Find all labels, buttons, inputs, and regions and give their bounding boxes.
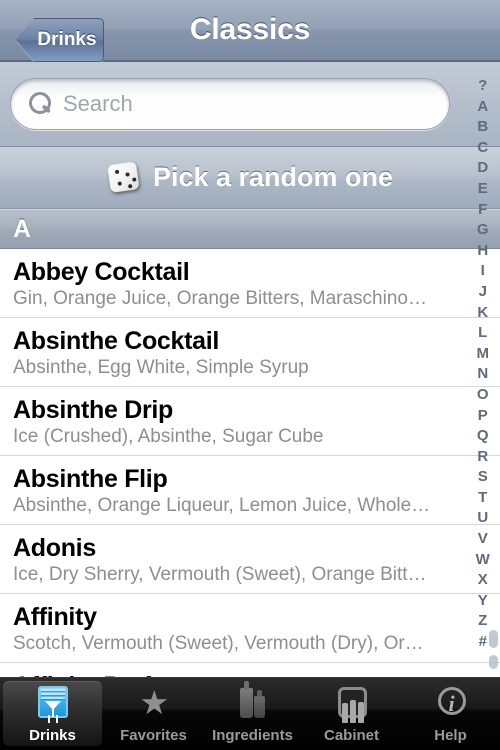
info-icon: i	[430, 684, 472, 724]
section-header-label: A	[13, 214, 32, 243]
index-letter[interactable]: H	[466, 241, 500, 262]
index-letter[interactable]: S	[466, 467, 500, 488]
index-letter[interactable]: X	[466, 570, 500, 591]
index-letter[interactable]: Q	[466, 426, 500, 447]
list-item-subtitle: Scotch, Vermouth (Sweet), Vermouth (Dry)…	[13, 633, 433, 654]
search-icon	[27, 91, 53, 117]
back-button[interactable]: Drinks	[8, 9, 104, 62]
tab-bar: Drinks ★ Favorites Ingredients Cabinet i Help	[0, 677, 500, 750]
list-item[interactable]: Absinthe Cocktail Absinthe, Egg White, Si…	[0, 318, 500, 387]
index-letter[interactable]: W	[466, 550, 500, 571]
index-letter[interactable]: ?	[466, 76, 500, 97]
list-item-title: Affinity	[13, 603, 97, 631]
tab-ingredients[interactable]: Ingredients	[203, 678, 302, 750]
list-item[interactable]: Absinthe Drip Ice (Crushed), Absinthe, Su…	[0, 387, 500, 456]
list-item[interactable]: Adonis Ice, Dry Sherry, Vermouth (Sweet),…	[0, 525, 500, 594]
alphabet-index[interactable]: ? A B C D E F G H I J K L M N O P Q R S T U V W X Y Z #	[466, 72, 500, 677]
tab-cabinet[interactable]: Cabinet	[302, 678, 401, 750]
index-letter[interactable]: V	[466, 529, 500, 550]
scroll-indicator-secondary[interactable]	[489, 655, 498, 669]
index-letter[interactable]: E	[466, 179, 500, 200]
star-icon: ★	[139, 684, 170, 721]
index-letter[interactable]: D	[466, 158, 500, 179]
index-letter[interactable]: Z	[466, 611, 500, 632]
tab-label: Help	[434, 727, 467, 744]
tab-drinks[interactable]: Drinks	[3, 681, 102, 746]
pick-random-button[interactable]: Pick a random one	[0, 147, 500, 209]
list-item-title: Adonis	[13, 534, 96, 562]
tab-help[interactable]: i Help	[401, 678, 500, 750]
list-item-title: Absinthe Cocktail	[13, 327, 220, 355]
list-item[interactable]: Affinity Scotch, Vermouth (Sweet), Vermou…	[0, 594, 500, 663]
drinks-glass-icon	[32, 684, 74, 724]
navigation-bar: Classics Drinks	[0, 0, 500, 62]
tab-favorites[interactable]: ★ Favorites	[104, 678, 203, 750]
list-item[interactable]: Absinthe Flip Absinthe, Orange Liqueur, L…	[0, 456, 500, 525]
index-letter[interactable]: I	[466, 261, 500, 282]
index-letter[interactable]: C	[466, 138, 500, 159]
index-letter[interactable]: J	[466, 282, 500, 303]
bottles-icon	[232, 681, 274, 724]
list-item-subtitle: Absinthe, Orange Liqueur, Lemon Juice, W…	[13, 495, 431, 516]
tab-label: Cabinet	[323, 727, 379, 744]
tab-label: Drinks	[29, 727, 76, 744]
drink-list[interactable]: Abbey Cocktail Gin, Orange Juice, Orange …	[0, 249, 500, 677]
index-letter[interactable]: F	[466, 200, 500, 221]
search-bar-container: Search	[0, 62, 500, 147]
list-item-subtitle: Ice, Dry Sherry, Vermouth (Sweet), Orang…	[13, 564, 433, 585]
list-item-subtitle: Ice (Crushed), Absinthe, Sugar Cube	[13, 426, 324, 447]
index-letter[interactable]: K	[466, 303, 500, 324]
list-item[interactable]: Abbey Cocktail Gin, Orange Juice, Orange …	[0, 249, 500, 318]
index-letter[interactable]: R	[466, 447, 500, 468]
index-letter[interactable]: N	[466, 364, 500, 385]
index-letter[interactable]: B	[466, 117, 500, 138]
index-letter[interactable]: T	[466, 488, 500, 509]
back-button-label[interactable]: Drinks	[16, 18, 104, 62]
scroll-indicator[interactable]	[489, 630, 498, 648]
app-screen: Classics Drinks Search Pick a random one…	[0, 0, 500, 750]
index-letter[interactable]: L	[466, 323, 500, 344]
tab-label: Ingredients	[212, 727, 293, 744]
index-letter[interactable]: U	[466, 508, 500, 529]
pick-random-label: Pick a random one	[152, 162, 394, 192]
index-letter[interactable]: Y	[466, 591, 500, 612]
cabinet-icon	[331, 684, 373, 724]
list-item-title: Absinthe Flip	[13, 465, 168, 493]
search-input[interactable]: Search	[10, 78, 450, 130]
list-item-title: Abbey Cocktail	[13, 258, 190, 286]
search-placeholder: Search	[63, 91, 133, 116]
tab-label: Favorites	[120, 727, 187, 744]
index-letter[interactable]: G	[466, 220, 500, 241]
dice-icon	[105, 158, 143, 196]
index-letter[interactable]: M	[466, 344, 500, 365]
list-item[interactable]: Affinity Perfect	[0, 663, 500, 677]
index-letter[interactable]: A	[466, 97, 500, 118]
list-item-subtitle: Absinthe, Egg White, Simple Syrup	[13, 357, 309, 378]
section-header: A	[0, 209, 500, 249]
index-letter[interactable]: O	[466, 385, 500, 406]
index-letter[interactable]: P	[466, 406, 500, 427]
list-item-subtitle: Gin, Orange Juice, Orange Bitters, Maras…	[13, 288, 427, 309]
list-item-title: Absinthe Drip	[13, 396, 173, 424]
